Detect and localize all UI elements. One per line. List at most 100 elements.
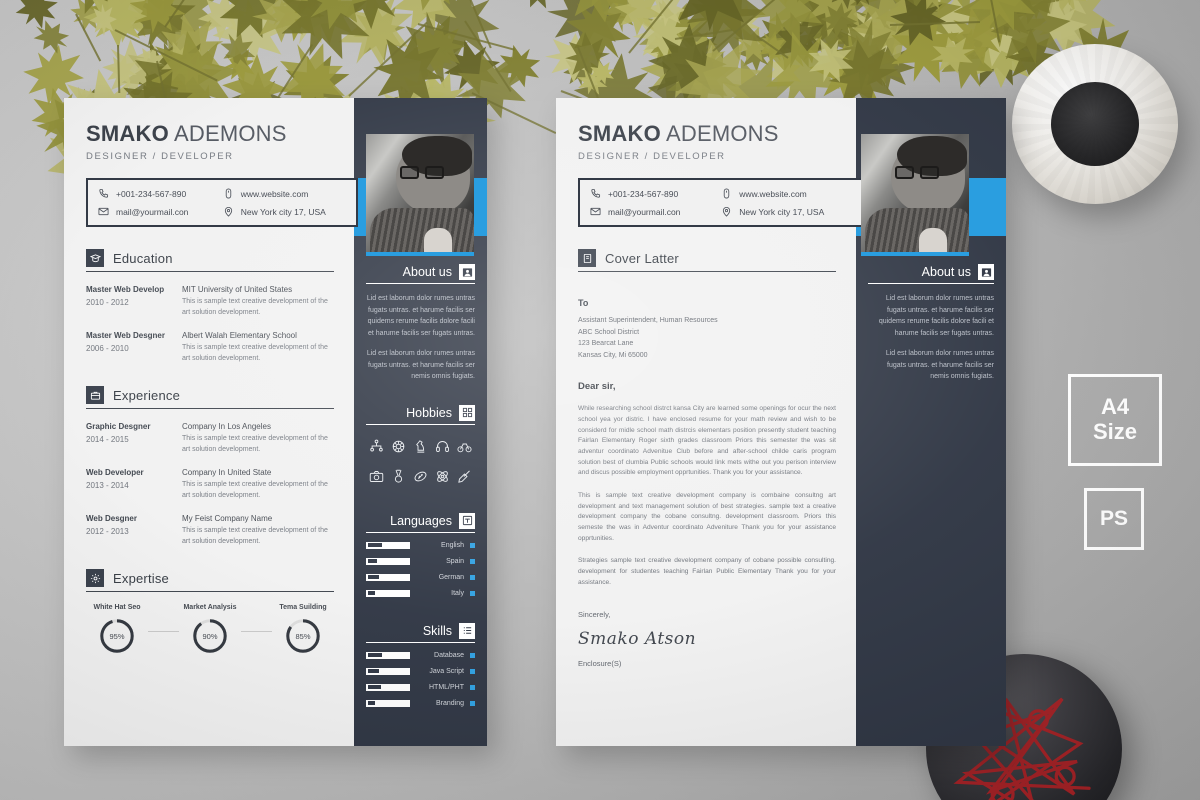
- language-name: Spain: [446, 557, 464, 565]
- status-dot: [470, 590, 475, 596]
- experience-entry: Graphic Desgner 2014 - 2015 Company In L…: [86, 422, 334, 455]
- level-bar: [366, 667, 410, 675]
- letter-enclosure: Enclosure(S): [578, 659, 622, 669]
- contact-phone-text: +001-234-567-890: [608, 188, 679, 199]
- level-bar: [366, 589, 410, 597]
- level-bar: [366, 573, 410, 581]
- hobby-icons: [366, 439, 475, 489]
- page-title: SMAKO ADEMONS: [578, 122, 836, 145]
- network-group-icon[interactable]: [369, 439, 384, 459]
- graduation-cap-icon: [86, 249, 104, 268]
- document-icon: [578, 249, 596, 268]
- entry-org: Company In Los Angeles: [182, 422, 271, 432]
- contact-location[interactable]: New York city 17, USA: [223, 206, 346, 217]
- section-title-about: About us: [921, 265, 971, 279]
- entry-years: 2012 - 2013: [86, 527, 129, 537]
- expertise-label: White Hat Seo: [93, 604, 141, 612]
- name-first: SMAKO: [578, 121, 661, 146]
- letter-salutation: Dear sir,: [578, 381, 616, 393]
- contact-location[interactable]: New York city 17, USA: [721, 206, 851, 217]
- letter-paragraph: While researching school distrct kansa C…: [578, 405, 836, 477]
- skill-row: HTML/PHT: [366, 683, 475, 691]
- entry-years: 2010 - 2012: [86, 298, 129, 308]
- briefcase-icon: [86, 386, 104, 405]
- photo-camera-icon[interactable]: [369, 469, 384, 489]
- section-title-experience: Experience: [113, 387, 181, 403]
- entry-org: Albert Walah Elementary School: [182, 331, 297, 341]
- status-dot: [470, 542, 475, 548]
- envelope-icon: [590, 207, 601, 216]
- letter-closing: Sincerely,: [578, 610, 611, 620]
- contact-phone[interactable]: +001-234-567-890: [590, 188, 717, 199]
- profile-photo: [861, 134, 969, 256]
- entry-desc: This is sample text creative development…: [182, 344, 328, 362]
- entry-desc: This is sample text creative development…: [182, 481, 328, 499]
- experience-entry: Web Desgner 2012 - 2013 My Feist Company…: [86, 514, 334, 547]
- address-line: Assistant Superintendent, Human Resource…: [578, 317, 718, 325]
- education-entries: Master Web Develop 2010 - 2012 MIT Unive…: [86, 285, 334, 364]
- mouse-icon: [724, 188, 730, 199]
- contact-email[interactable]: mail@yourmail.con: [590, 206, 717, 217]
- contact-website[interactable]: www.website.com: [721, 188, 851, 199]
- contact-email[interactable]: mail@yourmail.con: [98, 206, 219, 217]
- section-title-skills: Skills: [422, 623, 452, 638]
- expertise-label: Tema Suilding: [279, 604, 327, 612]
- expertise-value: 90%: [202, 631, 218, 641]
- camera-aperture-icon[interactable]: [391, 439, 406, 459]
- section-header-skills: Skills: [366, 622, 475, 643]
- entry-years: 2014 - 2015: [86, 435, 129, 445]
- user-card-icon: [978, 264, 994, 280]
- contact-website[interactable]: www.website.com: [223, 188, 346, 199]
- bicycle-icon[interactable]: [457, 439, 472, 459]
- status-dot: [470, 558, 475, 564]
- contact-phone[interactable]: +001-234-567-890: [98, 188, 219, 199]
- expertise-item: Market Analysis 90%: [179, 604, 241, 655]
- ceramic-bowl-top: [1012, 44, 1178, 204]
- contact-website-text: www.website.com: [739, 188, 807, 199]
- language-row: Italy: [366, 589, 475, 597]
- medal-icon[interactable]: [391, 469, 406, 489]
- donut-chart: 95%: [98, 617, 136, 655]
- section-title-about: About us: [402, 265, 452, 279]
- level-bar: [366, 541, 410, 549]
- section-title-education: Education: [113, 250, 173, 266]
- status-dot: [470, 652, 475, 658]
- list-icon: [459, 622, 475, 639]
- entry-desc: This is sample text creative development…: [182, 298, 328, 316]
- name-last: ADEMONS: [666, 121, 779, 146]
- letter-paragraph: This is sample text creative development…: [578, 491, 836, 542]
- atom-icon[interactable]: [435, 469, 450, 489]
- section-header-expertise: Expertise: [86, 569, 334, 593]
- language-row: Spain: [366, 557, 475, 565]
- signature: Smako Atson: [578, 629, 697, 650]
- section-header-languages: Languages: [366, 512, 475, 533]
- education-entry: Master Web Desgner 2006 - 2010 Albert Wa…: [86, 331, 334, 364]
- section-header-about: About us: [868, 264, 994, 284]
- entry-role: Graphic Desgner: [86, 422, 151, 432]
- section-title-languages: Languages: [390, 513, 452, 528]
- status-dot: [470, 684, 475, 690]
- letter-to-label: To: [578, 298, 589, 309]
- user-card-icon: [459, 264, 475, 280]
- expertise-value: 95%: [109, 631, 125, 641]
- location-pin-icon: [224, 207, 232, 217]
- name-last: ADEMONS: [174, 121, 287, 146]
- languages-list: English Spain German Italy: [366, 541, 475, 597]
- address-line: Kansas City, Mi 65000: [578, 351, 648, 359]
- level-bar: [366, 557, 410, 565]
- expertise-label: Market Analysis: [183, 604, 237, 612]
- entry-org: My Feist Company Name: [182, 514, 273, 524]
- envelope-icon: [98, 207, 109, 216]
- paint-brush-icon[interactable]: [457, 469, 472, 489]
- skill-name: HTML/PHT: [429, 683, 464, 691]
- entry-org: MIT University of United States: [182, 285, 293, 295]
- badge-a4-line1: A4: [1100, 394, 1130, 420]
- badge-a4-size: A4 Size: [1068, 374, 1162, 466]
- page-title: SMAKO ADEMONS: [86, 122, 334, 145]
- divider: [241, 631, 272, 633]
- chess-knight-icon[interactable]: [413, 439, 428, 459]
- mockup-scene: SMAKO ADEMONS DESIGNER / DEVELOPER +001-…: [0, 0, 1200, 800]
- football-icon[interactable]: [413, 469, 428, 489]
- section-header-cover-letter: Cover Latter: [578, 249, 836, 273]
- headphones-icon[interactable]: [435, 439, 450, 459]
